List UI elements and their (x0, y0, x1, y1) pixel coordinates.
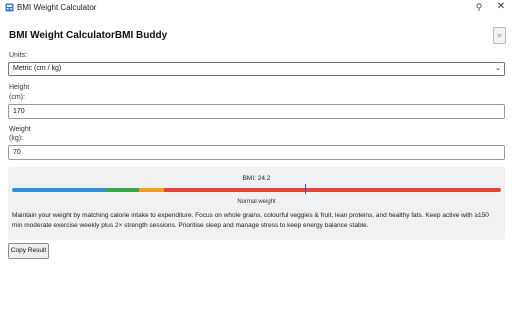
result-panel: BMI: 24.2 Normal weight Maintain your we… (8, 167, 505, 240)
units-selected-value: Metric (cm / kg) (13, 65, 62, 72)
calculator-icon (5, 3, 14, 12)
scale-overweight (139, 188, 164, 192)
height-input[interactable]: 170 (8, 104, 505, 119)
units-label: Units: (9, 52, 27, 59)
scale-underweight (12, 188, 105, 192)
weight-unit-label: (kg): (9, 135, 23, 142)
scale-normal (104, 188, 140, 192)
weight-label: Weight (9, 126, 31, 133)
weight-input[interactable]: 70 (8, 145, 505, 160)
bmi-category: Normal weight (237, 199, 276, 205)
copy-result-button[interactable]: Copy Result (8, 243, 49, 259)
bmi-scale (12, 188, 501, 192)
title-bar: BMI Weight Calculator ⚲ ✕ (0, 0, 512, 16)
height-unit-label: (cm): (9, 94, 25, 101)
bmi-value: BMI: 24.2 (242, 175, 271, 182)
window-title: BMI Weight Calculator (17, 3, 97, 12)
page-title: BMI Weight CalculatorBMI Buddy (9, 30, 168, 41)
chevron-down-icon: ⌄ (495, 65, 501, 72)
close-icon[interactable]: ✕ (495, 1, 507, 13)
bmi-marker (305, 184, 307, 194)
advice-text: Maintain your weight by matching calorie… (12, 212, 489, 229)
height-label: Height (9, 84, 30, 91)
theme-toggle-button[interactable]: ☼ (493, 27, 506, 44)
units-select[interactable]: Metric (cm / kg) ⌄ (8, 62, 505, 76)
scale-obese (163, 188, 501, 192)
pin-icon[interactable]: ⚲ (474, 1, 484, 13)
